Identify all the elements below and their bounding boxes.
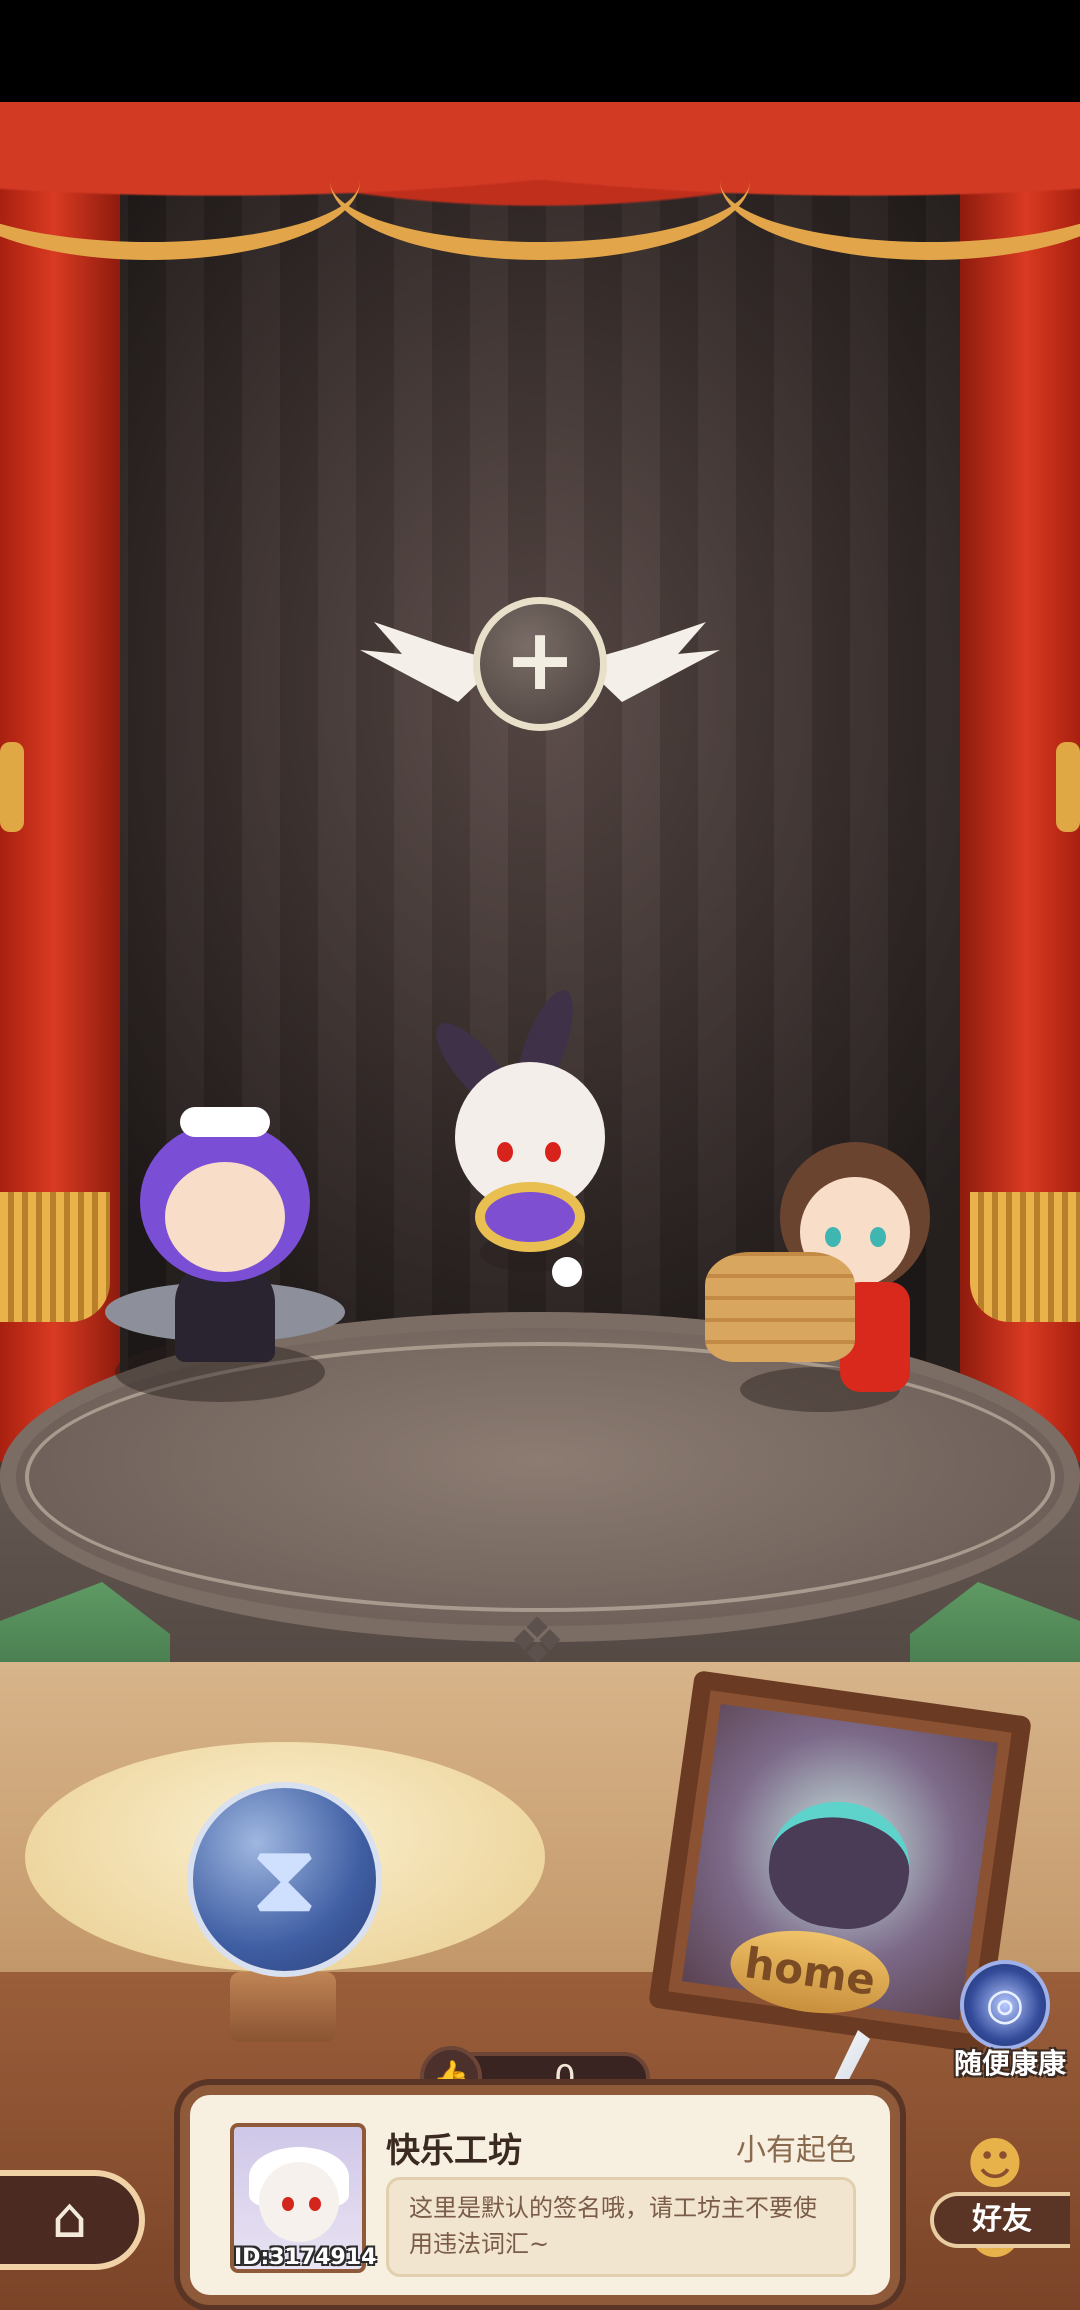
character-bunny[interactable] bbox=[415, 982, 645, 1302]
home-icon: ⌂ bbox=[51, 2186, 88, 2251]
signature-box[interactable]: 这里是默认的签名哦，请工坊主不要使用违法词汇~ bbox=[386, 2177, 856, 2277]
plus-icon[interactable]: + bbox=[473, 597, 607, 731]
game-scene: + ❖ ⧗ home bbox=[0, 102, 1080, 2310]
curtain-tieback-left bbox=[0, 742, 24, 832]
character-eye bbox=[497, 1142, 513, 1162]
hourglass-icon[interactable]: ⧗ bbox=[187, 1782, 382, 1977]
character-eye bbox=[870, 1227, 886, 1247]
character-maid[interactable] bbox=[95, 1092, 355, 1412]
add-character-slot[interactable]: + bbox=[360, 592, 720, 742]
workshop-rank: 小有起色 bbox=[736, 2133, 856, 2168]
profile-card[interactable]: ID:3174914 快乐工坊 小有起色 这里是默认的签名哦，请工坊主不要使用违… bbox=[180, 2085, 900, 2305]
curtain-left-fringe bbox=[0, 1192, 110, 1322]
random-visit-button[interactable]: ◎ 随便康康 bbox=[950, 1960, 1070, 2080]
maid-headband bbox=[180, 1107, 270, 1137]
home-button[interactable]: ⌂ bbox=[0, 2170, 145, 2270]
friends-button[interactable]: ☻☻ 好友 bbox=[930, 2130, 1080, 2267]
workshop-name: 快乐工坊 bbox=[386, 2131, 522, 2171]
orb-stand bbox=[230, 1972, 336, 2042]
random-visit-label: 随便康康 bbox=[953, 2047, 1066, 2080]
user-id: ID:3174914 bbox=[234, 2245, 377, 2270]
pompom bbox=[552, 1257, 582, 1287]
cauldron-icon bbox=[761, 1792, 918, 1938]
friends-label: 好友 bbox=[930, 2192, 1070, 2248]
curtain-tieback-right bbox=[1056, 742, 1080, 832]
character-eye bbox=[825, 1227, 841, 1247]
curtain-right-fringe bbox=[970, 1192, 1080, 1322]
avatar-eye bbox=[282, 2197, 294, 2211]
signature-text: 这里是默认的签名哦，请工坊主不要使用违法词汇~ bbox=[409, 2194, 817, 2258]
avatar-eye bbox=[309, 2197, 321, 2211]
status-bar bbox=[0, 0, 1080, 102]
friends-icon: ☻☻ bbox=[965, 2132, 1025, 2267]
avatar-face bbox=[259, 2162, 339, 2242]
steamer-basket bbox=[705, 1252, 855, 1362]
character-bun-girl[interactable] bbox=[700, 1122, 970, 1442]
character-face bbox=[165, 1162, 285, 1272]
character-eye bbox=[545, 1142, 561, 1162]
portal-icon: ◎ bbox=[960, 1960, 1050, 2050]
pocket-watch bbox=[475, 1182, 585, 1252]
valance-trim-center bbox=[330, 102, 750, 260]
